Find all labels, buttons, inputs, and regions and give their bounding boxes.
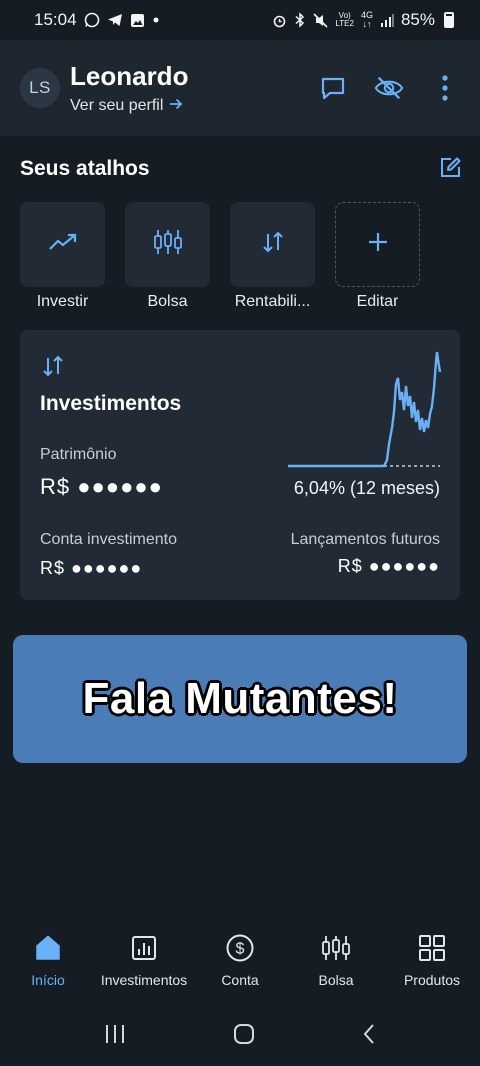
shortcut-investir-box[interactable] (20, 202, 105, 287)
more-vertical-icon[interactable] (430, 73, 460, 103)
shortcuts-title: Seus atalhos (20, 157, 150, 180)
home-button-icon[interactable] (233, 1023, 255, 1050)
view-profile-link[interactable]: Ver seu perfil (70, 97, 188, 115)
edit-icon[interactable] (438, 156, 462, 180)
4g-icon: 4G ↓↑ (360, 10, 373, 29)
dot-icon (152, 16, 160, 24)
eye-off-icon[interactable] (374, 73, 404, 103)
banner: Fala Mutantes! (13, 635, 467, 763)
system-nav (0, 1006, 480, 1066)
chat-icon[interactable] (318, 73, 348, 103)
header: LS Leonardo Ver seu perfil (0, 40, 480, 136)
nav-bolsa[interactable]: Bolsa (288, 930, 384, 988)
performance-sparkline (288, 351, 442, 468)
battery-percent: 85% (400, 10, 435, 29)
nav-label: Produtos (403, 972, 461, 988)
home-icon (34, 930, 62, 966)
battery-icon (444, 12, 454, 28)
view-profile-label: Ver seu perfil (70, 97, 164, 114)
status-time: 15:04 (34, 10, 77, 29)
swap-vertical-icon (42, 354, 64, 383)
bottom-nav: Início Investimentos $ Conta Bolsa Produ… (0, 930, 480, 1006)
gallery-icon (130, 13, 145, 28)
banner-text: Fala Mutantes! (82, 674, 398, 723)
lancamentos-futuros-value: R$ ●●●●●● (337, 556, 440, 576)
nav-label: Conta (221, 972, 259, 988)
trending-up-icon (48, 232, 78, 257)
grid-icon (418, 930, 446, 966)
shortcuts-row: Investir Bolsa Rentabili... Editar (20, 202, 420, 311)
conta-investimento-value: R$ ●●●●●● (40, 558, 143, 578)
nav-conta[interactable]: $ Conta (192, 930, 288, 988)
chart-caption: 6,04% (12 meses) (293, 478, 440, 498)
mute-icon (313, 12, 328, 28)
shortcut-rentabilidade-box[interactable] (230, 202, 315, 287)
candlestick-icon (321, 930, 351, 966)
nav-investimentos[interactable]: Investimentos (96, 930, 192, 988)
shortcut-label: Rentabili... (234, 293, 311, 310)
bar-chart-icon (130, 930, 158, 966)
investments-title: Investimentos (40, 392, 182, 415)
volte-icon: Vo) LTE2 (335, 11, 354, 28)
user-name: Leonardo (70, 61, 189, 91)
shortcut-bolsa[interactable]: Bolsa (125, 202, 210, 311)
nav-label: Bolsa (318, 972, 354, 988)
conta-investimento-label: Conta investimento (40, 531, 177, 548)
shortcut-bolsa-box[interactable] (125, 202, 210, 287)
candlestick-icon (153, 228, 183, 261)
patrimonio-label: Patrimônio (40, 446, 117, 463)
sparkline-line (288, 351, 442, 468)
shortcut-editar[interactable]: Editar (335, 202, 420, 311)
shortcut-label: Editar (356, 293, 399, 310)
nav-label: Início (31, 972, 65, 988)
whatsapp-icon (84, 12, 100, 28)
patrimonio-value: R$ ●●●●●● (40, 474, 163, 499)
status-bar: 15:04 Vo) LTE2 4G ↓↑ 85% (0, 0, 480, 40)
shortcut-investir[interactable]: Investir (20, 202, 105, 311)
nav-produtos[interactable]: Produtos (384, 930, 480, 988)
back-icon[interactable] (361, 1023, 377, 1050)
nav-inicio[interactable]: Início (0, 930, 96, 988)
user-block[interactable]: Leonardo Ver seu perfil (70, 61, 188, 115)
signal-icon (380, 13, 394, 27)
plus-icon (367, 231, 389, 258)
arrow-right-icon (169, 97, 183, 115)
shortcut-editar-box[interactable] (335, 202, 420, 287)
svg-text:$: $ (236, 941, 245, 958)
lancamentos-futuros-label: Lançamentos futuros (290, 531, 440, 548)
dollar-circle-icon: $ (225, 930, 255, 966)
recent-apps-icon[interactable] (103, 1023, 127, 1050)
shortcut-rentabilidade[interactable]: Rentabili... (230, 202, 315, 311)
nav-label: Investimentos (100, 972, 188, 988)
bluetooth-icon (294, 12, 306, 28)
investments-card[interactable]: Investimentos Patrimônio R$ ●●●●●● 6,04%… (20, 330, 460, 600)
alarm-icon (272, 13, 287, 28)
avatar[interactable]: LS (20, 68, 60, 108)
telegram-icon (107, 12, 123, 28)
shortcut-label: Bolsa (147, 293, 188, 310)
swap-vertical-icon (262, 230, 284, 259)
shortcut-label: Investir (36, 293, 89, 310)
